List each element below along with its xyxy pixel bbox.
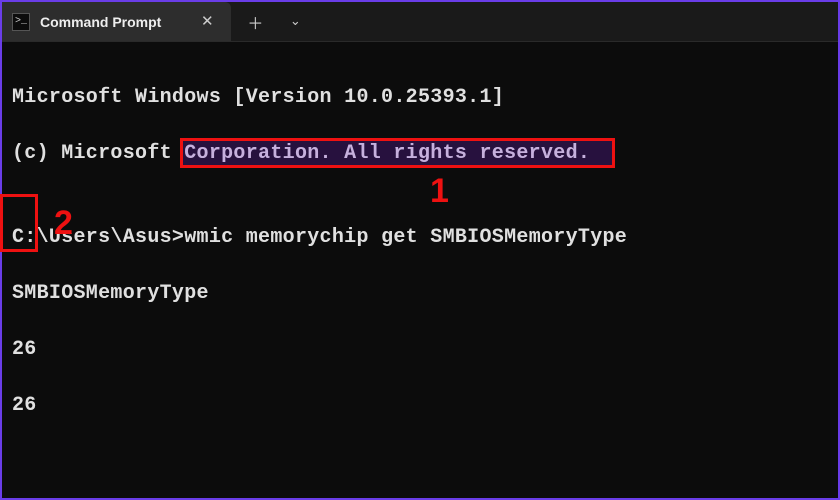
output-header: SMBIOSMemoryType <box>12 280 828 308</box>
titlebar: >_ Command Prompt ✕ ＋ ⌄ <box>2 2 838 42</box>
entered-command: wmic memorychip get SMBIOSMemoryType <box>184 226 627 249</box>
new-tab-button[interactable]: ＋ <box>245 10 265 34</box>
banner-line: (c) Microsoft Corporation. All rights re… <box>12 140 828 168</box>
output-row: 26 <box>12 392 828 420</box>
terminal-body[interactable]: Microsoft Windows [Version 10.0.25393.1]… <box>2 42 838 500</box>
terminal-icon-glyph: >_ <box>15 16 27 27</box>
tab-title: Command Prompt <box>40 14 161 30</box>
terminal-icon: >_ <box>12 13 30 31</box>
annotation-label-1: 1 <box>430 168 449 216</box>
tab-command-prompt[interactable]: >_ Command Prompt ✕ <box>2 2 231 41</box>
command-line: C:\Users\Asus>wmic memorychip get SMBIOS… <box>12 224 828 252</box>
output-row: 26 <box>12 336 828 364</box>
tab-dropdown-button[interactable]: ⌄ <box>285 14 305 29</box>
titlebar-actions: ＋ ⌄ <box>245 10 305 34</box>
terminal-window: >_ Command Prompt ✕ ＋ ⌄ Microsoft Window… <box>0 0 840 500</box>
close-icon[interactable]: ✕ <box>197 12 217 32</box>
prompt-path: C:\Users\Asus> <box>12 226 184 249</box>
banner-line: Microsoft Windows [Version 10.0.25393.1] <box>12 84 828 112</box>
